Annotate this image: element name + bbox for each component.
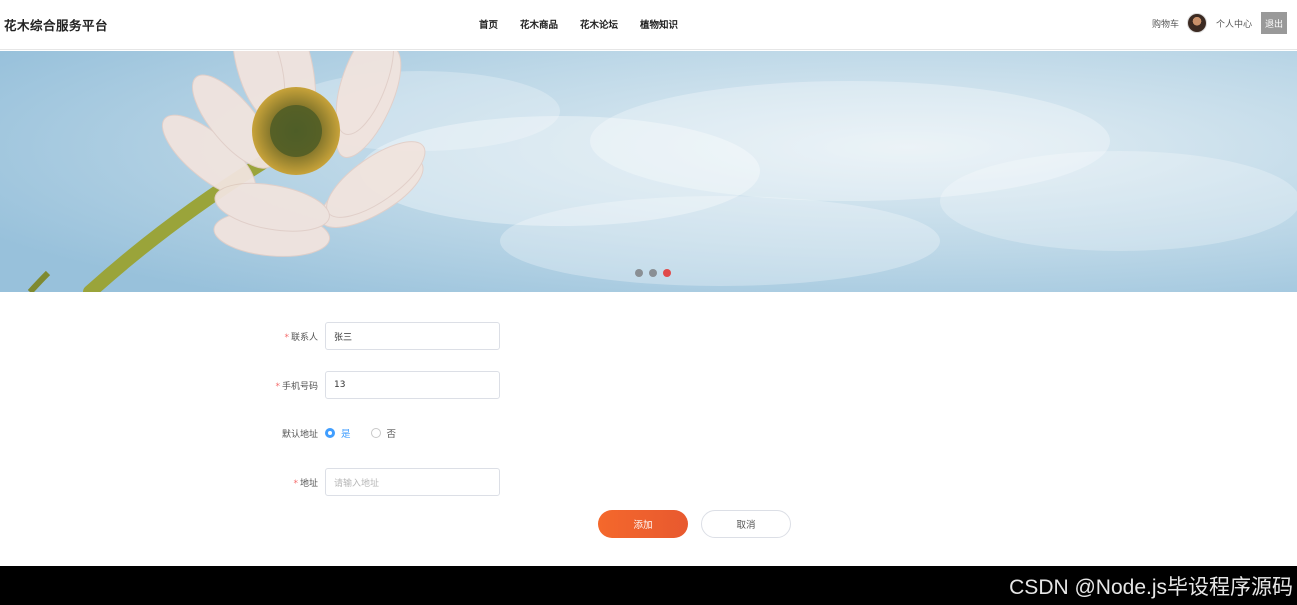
main-nav: 首页 花木商品 花木论坛 植物知识 (479, 17, 700, 31)
contact-label: * 联系人 (0, 330, 318, 343)
radio-yes-label[interactable]: 是 (341, 426, 351, 440)
address-form: * 联系人 张三 * 手机号码 13 默认地址 是 否 * 地址 请输入地址 添加 取… (0, 292, 1297, 566)
watermark-text: CSDN @Node.js毕设程序源码 (1009, 576, 1293, 599)
contact-label-text: 联系人 (290, 332, 318, 343)
phone-label-text: 手机号码 (281, 381, 318, 392)
nav-home[interactable]: 首页 (479, 17, 498, 31)
nav-forum[interactable]: 花木论坛 (580, 17, 618, 31)
contact-input[interactable]: 张三 (325, 322, 500, 350)
site-title[interactable]: 花木综合服务平台 (4, 15, 108, 34)
required-mark: * (293, 478, 298, 489)
phone-label: * 手机号码 (0, 379, 318, 392)
address-label: * 地址 (0, 476, 318, 489)
user-area: 购物车 个人中心 退出 (1152, 12, 1287, 34)
default-address-radio-group: 是 否 (325, 426, 416, 440)
cancel-button[interactable]: 取消 (701, 510, 791, 538)
banner-image (0, 51, 1297, 292)
radio-yes[interactable] (325, 428, 335, 438)
required-mark: * (284, 332, 289, 343)
radio-no-label[interactable]: 否 (387, 426, 397, 440)
carousel-dot-2[interactable] (649, 269, 657, 277)
avatar[interactable] (1186, 13, 1207, 33)
address-input[interactable]: 请输入地址 (325, 468, 500, 496)
nav-products[interactable]: 花木商品 (520, 17, 558, 31)
cart-link[interactable]: 购物车 (1152, 17, 1179, 30)
banner-carousel[interactable] (0, 51, 1297, 292)
user-center-link[interactable]: 个人中心 (1216, 17, 1252, 30)
radio-no[interactable] (370, 428, 381, 438)
default-address-label: 默认地址 (281, 429, 318, 440)
nav-plant-knowledge[interactable]: 植物知识 (640, 17, 678, 31)
carousel-indicators (635, 269, 671, 277)
phone-input[interactable]: 13 (325, 371, 500, 399)
address-label-text: 地址 (299, 478, 318, 489)
logout-button[interactable]: 退出 (1261, 12, 1287, 34)
top-navbar: 花木综合服务平台 首页 花木商品 花木论坛 植物知识 购物车 个人中心 退出 (0, 0, 1297, 50)
footer-bar: CSDN @Node.js毕设程序源码 (0, 566, 1297, 605)
required-mark: * (275, 381, 280, 392)
carousel-dot-3[interactable] (663, 269, 671, 277)
add-button[interactable]: 添加 (598, 510, 688, 538)
carousel-dot-1[interactable] (635, 269, 643, 277)
